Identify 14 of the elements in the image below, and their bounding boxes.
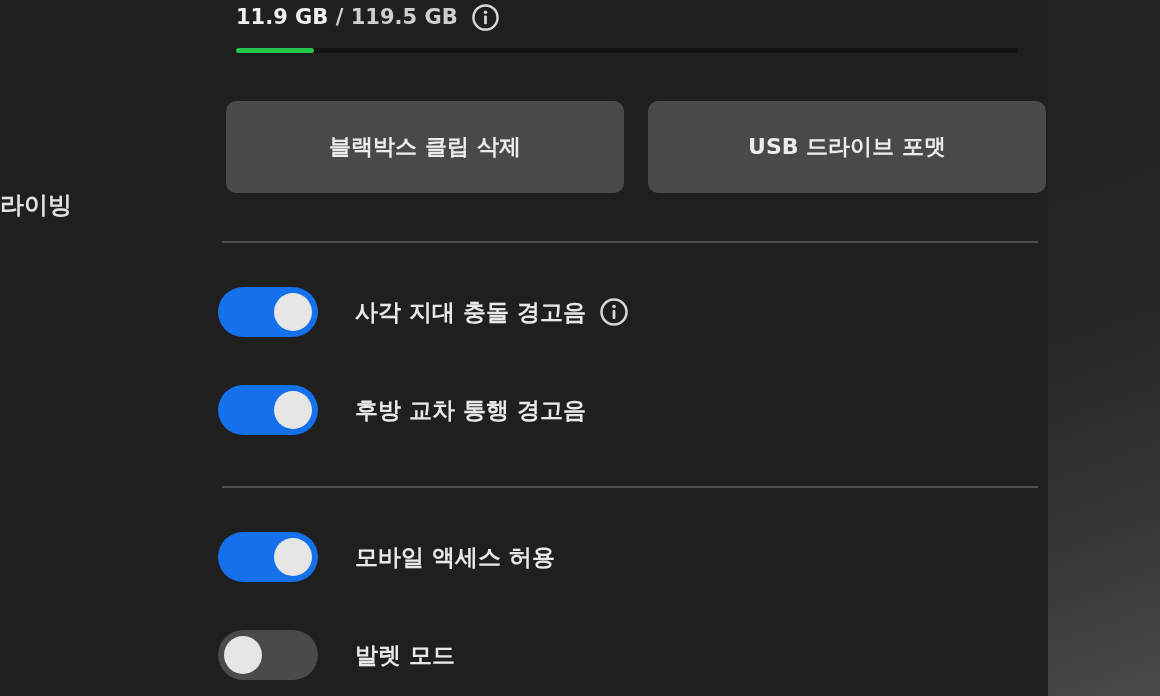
setting-label: 모바일 액세스 허용 — [355, 542, 555, 572]
toggle-switch[interactable] — [218, 287, 318, 337]
action-button[interactable]: USB 드라이브 포맷 — [648, 101, 1046, 193]
toggle-switch[interactable] — [218, 630, 318, 680]
setting-label: 발렛 모드 — [355, 640, 455, 670]
sidebar-item[interactable]: 라이빙 — [0, 188, 72, 222]
storage-usage: 11.9 GB / 119.5 GB — [236, 5, 458, 29]
setting-label: 후방 교차 통행 경고음 — [355, 395, 587, 425]
setting-label: 사각 지대 충돌 경고음 — [355, 297, 587, 327]
info-icon[interactable] — [471, 3, 499, 31]
info-icon[interactable] — [600, 298, 629, 326]
toggle-switch[interactable] — [218, 532, 318, 582]
toggle-switch[interactable] — [218, 385, 318, 435]
action-button[interactable]: 블랙박스 클립 삭제 — [226, 101, 624, 193]
